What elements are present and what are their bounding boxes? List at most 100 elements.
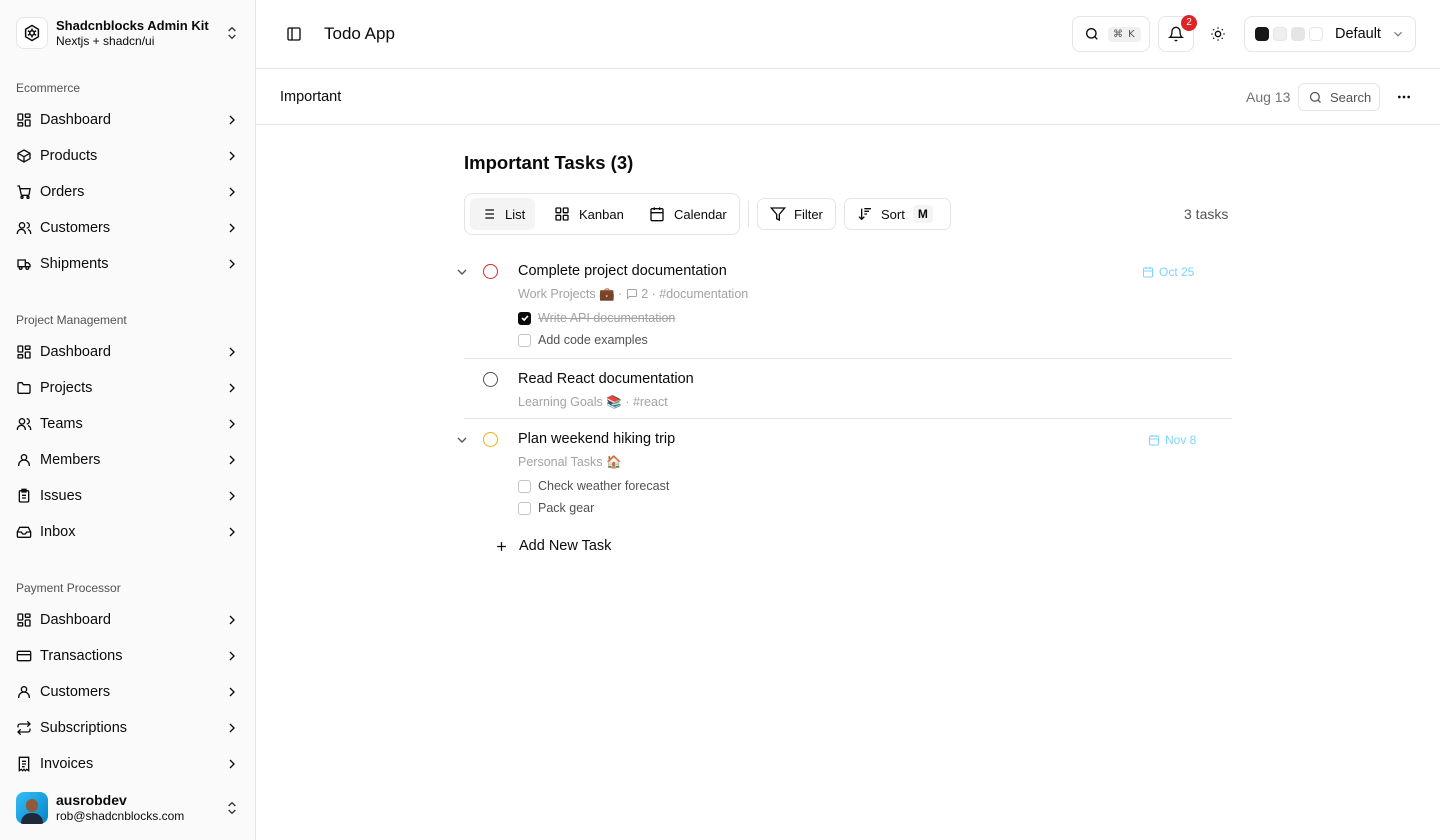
avatar: [16, 792, 48, 824]
theme-label: Default: [1335, 26, 1381, 42]
calendar-icon: [1149, 435, 1159, 446]
current-date: Aug 13: [1246, 89, 1291, 105]
subtask-checkbox[interactable]: [518, 501, 531, 515]
sidebar-item-transactions[interactable]: Transactions: [8, 640, 248, 672]
swatch-dark: [1255, 27, 1269, 41]
brand-logo-icon: [16, 17, 48, 49]
filter-icon: [770, 207, 786, 222]
sidebar-item-pm-dashboard[interactable]: Dashboard: [8, 336, 248, 368]
bell-icon: [1168, 26, 1184, 42]
user-menu[interactable]: ausrobdev rob@shadcnblocks.com: [8, 784, 248, 832]
tab-list[interactable]: List: [470, 198, 536, 230]
user-icon: [18, 686, 30, 698]
sidebar-item-label: Shipments: [40, 256, 109, 272]
sidebar-item-products[interactable]: Products: [8, 140, 248, 172]
notification-badge: 2: [1181, 15, 1197, 31]
sidebar-item-subscriptions[interactable]: Subscriptions: [8, 712, 248, 744]
chevron-right-icon: [229, 723, 235, 733]
task-meta: Personal Tasks 🏠: [518, 454, 622, 470]
task-divider: [464, 418, 1232, 419]
sub-header: Important Aug 13 Search: [256, 69, 1440, 125]
plus-icon: [497, 541, 506, 551]
task-count: 3 tasks: [1184, 206, 1229, 222]
filter-button[interactable]: Filter: [757, 198, 836, 230]
sidebar-item-orders[interactable]: Orders: [8, 176, 248, 208]
chevron-down-icon[interactable]: [454, 432, 470, 448]
sidebar-item-label: Projects: [40, 380, 93, 396]
sidebar-item-issues[interactable]: Issues: [8, 480, 248, 512]
task-item: Read React documentation Learning Goals …: [464, 370, 1232, 418]
theme-toggle-button[interactable]: [1204, 20, 1232, 48]
task-complete-toggle[interactable]: [483, 432, 498, 447]
user-icon: [18, 454, 30, 466]
sidebar-item-label: Inbox: [40, 524, 76, 540]
more-options-button[interactable]: [1390, 83, 1418, 111]
subtask-item: Pack gear: [518, 500, 594, 516]
task-complete-toggle[interactable]: [483, 264, 498, 279]
sidebar-item-inbox[interactable]: Inbox: [8, 516, 248, 548]
sidebar-item-label: Subscriptions: [40, 720, 128, 736]
group-label-project-management: Project Management: [16, 313, 127, 327]
task-project: Work Projects 💼: [518, 287, 615, 301]
sidebar-item-members[interactable]: Members: [8, 444, 248, 476]
user-email: rob@shadcnblocks.com: [56, 809, 185, 823]
group-label-payment-processor: Payment Processor: [16, 581, 121, 595]
group-label-ecommerce: Ecommerce: [16, 81, 81, 95]
folder-icon: [17, 382, 31, 394]
sidebar-item-label: Products: [40, 148, 98, 164]
due-date-text: Oct 25: [1159, 265, 1195, 279]
truck-icon: [17, 259, 31, 270]
sidebar-item-shipments[interactable]: Shipments: [8, 248, 248, 280]
sidebar-toggle-button[interactable]: [280, 20, 308, 48]
brand-title: Shadcnblocks Admin Kit: [56, 17, 209, 33]
sidebar-item-payments-customers[interactable]: Customers: [8, 676, 248, 708]
chevron-right-icon: [229, 651, 235, 661]
tab-calendar[interactable]: Calendar: [639, 198, 737, 230]
chevrons-up-down-icon: [228, 801, 236, 815]
add-task-button[interactable]: Add New Task: [494, 535, 611, 557]
chevron-down-icon[interactable]: [454, 264, 470, 280]
task-search-button[interactable]: Search: [1298, 83, 1380, 111]
task-title[interactable]: Complete project documentation: [518, 262, 727, 280]
dashboard-icon: [17, 113, 31, 127]
tab-kanban[interactable]: Kanban: [544, 198, 634, 230]
subtask-label: Pack gear: [538, 501, 595, 515]
task-title[interactable]: Plan weekend hiking trip: [518, 430, 675, 448]
chevron-right-icon: [229, 187, 235, 197]
due-date-text: Nov 8: [1165, 433, 1197, 447]
chevrons-up-down-icon: [228, 26, 236, 40]
clipboard-icon: [18, 488, 30, 503]
sidebar-item-teams[interactable]: Teams: [8, 408, 248, 440]
task-meta: Learning Goals 📚 · #react: [518, 395, 668, 409]
task-complete-toggle[interactable]: [483, 372, 498, 387]
view-switcher: List Kanban Calendar: [464, 193, 740, 235]
theme-preset-select[interactable]: Default: [1244, 16, 1416, 52]
sidebar-item-invoices[interactable]: Invoices: [8, 748, 248, 780]
users-icon: [16, 418, 32, 430]
chevron-right-icon: [229, 687, 235, 697]
sun-icon: [1211, 27, 1225, 41]
subtask-item: Check weather forecast: [518, 478, 669, 494]
box-icon: [17, 149, 31, 163]
task-project: Personal Tasks 🏠: [518, 455, 622, 469]
dashboard-icon: [17, 613, 31, 627]
chevron-down-icon: [1394, 31, 1402, 37]
task-tag: #react: [632, 395, 668, 409]
task-project: Learning Goals 📚: [518, 395, 622, 409]
team-switcher[interactable]: Shadcnblocks Admin Kit Nextjs + shadcn/u…: [8, 8, 248, 58]
sidebar-item-ecommerce-customers[interactable]: Customers: [8, 212, 248, 244]
task-title[interactable]: Read React documentation: [518, 370, 694, 388]
subtask-checkbox[interactable]: [518, 311, 531, 325]
subtask-checkbox[interactable]: [518, 333, 531, 347]
sidebar-item-ecommerce-dashboard[interactable]: Dashboard: [8, 104, 248, 136]
sidebar-item-payments-dashboard[interactable]: Dashboard: [8, 604, 248, 636]
sort-button[interactable]: Sort M: [844, 198, 951, 230]
chevron-right-icon: [229, 759, 235, 769]
chevron-right-icon: [229, 259, 235, 269]
subtask-item: Add code examples: [518, 332, 648, 348]
subtask-checkbox[interactable]: [518, 479, 531, 493]
notifications-button[interactable]: 2: [1158, 15, 1197, 52]
tab-label: Kanban: [579, 206, 624, 222]
sidebar-item-projects[interactable]: Projects: [8, 372, 248, 404]
command-search-button[interactable]: ⌘ K: [1072, 16, 1150, 52]
